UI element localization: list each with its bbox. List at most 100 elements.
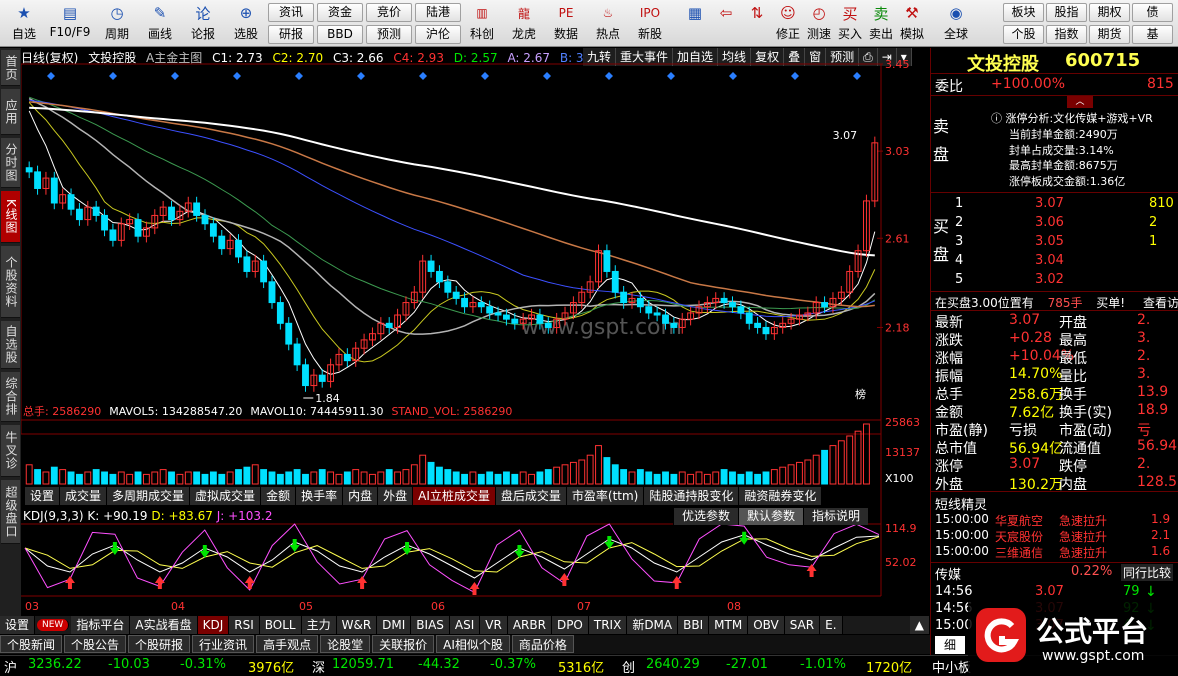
- toolbar-globe-button[interactable]: ◉ 全球: [941, 2, 971, 46]
- indicator-tab-3[interactable]: A实战看盘: [130, 616, 198, 634]
- volume-tab-4[interactable]: 金额: [261, 487, 297, 505]
- toolbar-dragon-button[interactable]: 龍龙虎: [504, 2, 544, 46]
- news-tab-1[interactable]: 个股公告: [64, 635, 127, 653]
- kdj-btn-2[interactable]: 指标说明: [803, 508, 869, 525]
- indicator-tab-20[interactable]: SAR: [784, 616, 821, 634]
- cy-index[interactable]: 2640.29: [646, 657, 700, 672]
- left-tab-0[interactable]: 首页: [1, 50, 20, 86]
- indicator-tab-5[interactable]: RSI: [229, 616, 260, 634]
- event-marker[interactable]: [233, 72, 241, 80]
- indicator-tab-6[interactable]: BOLL: [259, 616, 302, 634]
- volume-tab-5[interactable]: 换手率: [296, 487, 344, 505]
- buy-price[interactable]: 3.04: [1035, 253, 1064, 268]
- toolbar-btn2-top-0[interactable]: 板块: [1003, 3, 1044, 22]
- event-marker[interactable]: [295, 72, 303, 80]
- event-marker[interactable]: [543, 72, 551, 80]
- volume-tab-6[interactable]: 内盘: [343, 487, 379, 505]
- toolbar-btn2-bot-3[interactable]: 基: [1132, 25, 1173, 44]
- indicator-tab-15[interactable]: TRIX: [588, 616, 628, 634]
- indicator-tab-14[interactable]: DPO: [551, 616, 589, 634]
- toolbar-btn-top-3[interactable]: 陆港: [415, 3, 461, 22]
- toolbar-btn2-bot-2[interactable]: 期货: [1089, 25, 1130, 44]
- toolbar-btn-top-0[interactable]: 资讯: [268, 3, 314, 22]
- news-tab-8[interactable]: 商品价格: [511, 635, 574, 653]
- toolbar-clock-button[interactable]: ◴ 测速: [804, 2, 834, 46]
- indicator-tab-11[interactable]: ASI: [449, 616, 481, 634]
- left-tab-2[interactable]: 分时图: [1, 138, 20, 188]
- buy-price[interactable]: 3.07: [1035, 196, 1064, 211]
- volume-tab-9[interactable]: 盘后成交量: [495, 487, 567, 505]
- news-tab-7[interactable]: AI相似个股: [436, 635, 510, 653]
- chevron-up-icon[interactable]: ︿: [1067, 96, 1093, 108]
- indicator-tab-10[interactable]: BIAS: [411, 616, 450, 634]
- indicator-tab-12[interactable]: VR: [480, 616, 508, 634]
- volume-tab-3[interactable]: 虚拟成交量: [190, 487, 262, 505]
- toolbar-btn2-top-3[interactable]: 债: [1132, 3, 1173, 22]
- toolbar-arrow-left-button[interactable]: ⇦: [711, 2, 741, 46]
- jingling-stock[interactable]: 华夏航空: [995, 512, 1043, 529]
- left-tab-4[interactable]: 个股资料: [1, 246, 20, 318]
- toolbar-fix-button[interactable]: ☺ 修正: [773, 2, 803, 46]
- left-tab-6[interactable]: 综合排名: [0, 372, 20, 422]
- indicator-tab-8[interactable]: W&R: [336, 616, 378, 634]
- volume-tab-0[interactable]: 设置: [25, 487, 61, 505]
- event-marker[interactable]: [605, 72, 613, 80]
- kline-chart[interactable]: 3.453.032.612.18www.gspt.com3.071.84 榜总手:…: [21, 48, 930, 618]
- toolbar-report-button[interactable]: 论论报: [183, 2, 223, 46]
- news-tab-0[interactable]: 个股新闻: [0, 635, 63, 653]
- event-marker[interactable]: [171, 72, 179, 80]
- jingling-stock[interactable]: 天宸股份: [995, 528, 1043, 545]
- toolbar-btn2-top-2[interactable]: 期权: [1089, 3, 1130, 22]
- jingling-title[interactable]: 短线精灵: [935, 494, 987, 513]
- volume-tab-7[interactable]: 外盘: [378, 487, 414, 505]
- indicator-tab-21[interactable]: E.: [820, 616, 843, 634]
- toolbar-btn-bot-1[interactable]: BBD: [317, 25, 363, 44]
- toolbar-btn2-bot-1[interactable]: 指数: [1046, 25, 1087, 44]
- sme-label[interactable]: 中小板: [932, 657, 971, 676]
- toolbar-f10-button[interactable]: ▤ F10/F9: [47, 2, 93, 46]
- toolbar-arrows-button[interactable]: ⇅: [742, 2, 772, 46]
- event-marker[interactable]: [791, 72, 799, 80]
- news-tab-5[interactable]: 论股堂: [320, 635, 371, 653]
- volume-tab-8[interactable]: AI立桩成交量: [413, 487, 496, 505]
- kdj-btn-1[interactable]: 默认参数: [738, 508, 804, 525]
- event-marker[interactable]: [481, 72, 489, 80]
- toolbar-btn2-top-1[interactable]: 股指: [1046, 3, 1087, 22]
- left-tab-7[interactable]: 牛叉诊股: [0, 425, 20, 477]
- position-buy-button[interactable]: 买单!: [1096, 296, 1125, 310]
- event-marker[interactable]: [729, 72, 737, 80]
- buy-price[interactable]: 3.02: [1035, 272, 1064, 287]
- toolbar-buy-button[interactable]: 买买入: [835, 2, 865, 46]
- news-tab-6[interactable]: 关联报价: [372, 635, 435, 653]
- toolbar-sell-button[interactable]: 卖卖出: [866, 2, 896, 46]
- toolbar-btn-top-2[interactable]: 竞价: [366, 3, 412, 22]
- toolbar-ipo-button[interactable]: IPO 新股: [630, 2, 670, 46]
- collapse-up-icon[interactable]: ▲: [909, 616, 930, 634]
- sector-name[interactable]: 传媒: [935, 564, 961, 583]
- sh-index[interactable]: 3236.22: [28, 657, 82, 672]
- event-marker[interactable]: [419, 72, 427, 80]
- toolbar-sci-button[interactable]: ▥ 科创: [462, 2, 502, 46]
- event-marker[interactable]: [853, 72, 861, 80]
- indicator-tab-7[interactable]: 主力: [301, 616, 337, 634]
- toolbar-grid-button[interactable]: ▦: [680, 2, 710, 46]
- event-marker[interactable]: [109, 72, 117, 80]
- position-view-button[interactable]: 查看访: [1143, 296, 1178, 310]
- toolbar-pen-button[interactable]: ✎ 画线: [140, 2, 180, 46]
- volume-tab-2[interactable]: 多周期成交量: [107, 487, 191, 505]
- news-tab-4[interactable]: 高手观点: [256, 635, 319, 653]
- volume-tab-12[interactable]: 融资融券变化: [739, 487, 823, 505]
- sz-index[interactable]: 12059.71: [332, 657, 394, 672]
- sector-compare-tab[interactable]: 同行比较: [1121, 564, 1174, 581]
- buy-price[interactable]: 3.05: [1035, 234, 1064, 249]
- indicator-tab-4[interactable]: KDJ: [197, 616, 230, 634]
- left-tab-8[interactable]: 超级盘口: [1, 480, 20, 544]
- toolbar-pe-button[interactable]: PE 数据: [546, 2, 586, 46]
- toolbar-btn-bot-3[interactable]: 沪伦: [415, 25, 461, 44]
- indicator-tab-0[interactable]: 设置: [0, 616, 36, 634]
- toolbar-star-button[interactable]: ★ 自选: [4, 2, 44, 46]
- volume-tab-10[interactable]: 市盈率(ttm): [566, 487, 645, 505]
- toolbar-hot-button[interactable]: ♨ 热点: [588, 2, 628, 46]
- indicator-tab-13[interactable]: ARBR: [507, 616, 552, 634]
- left-tab-5[interactable]: 自选股: [1, 321, 20, 369]
